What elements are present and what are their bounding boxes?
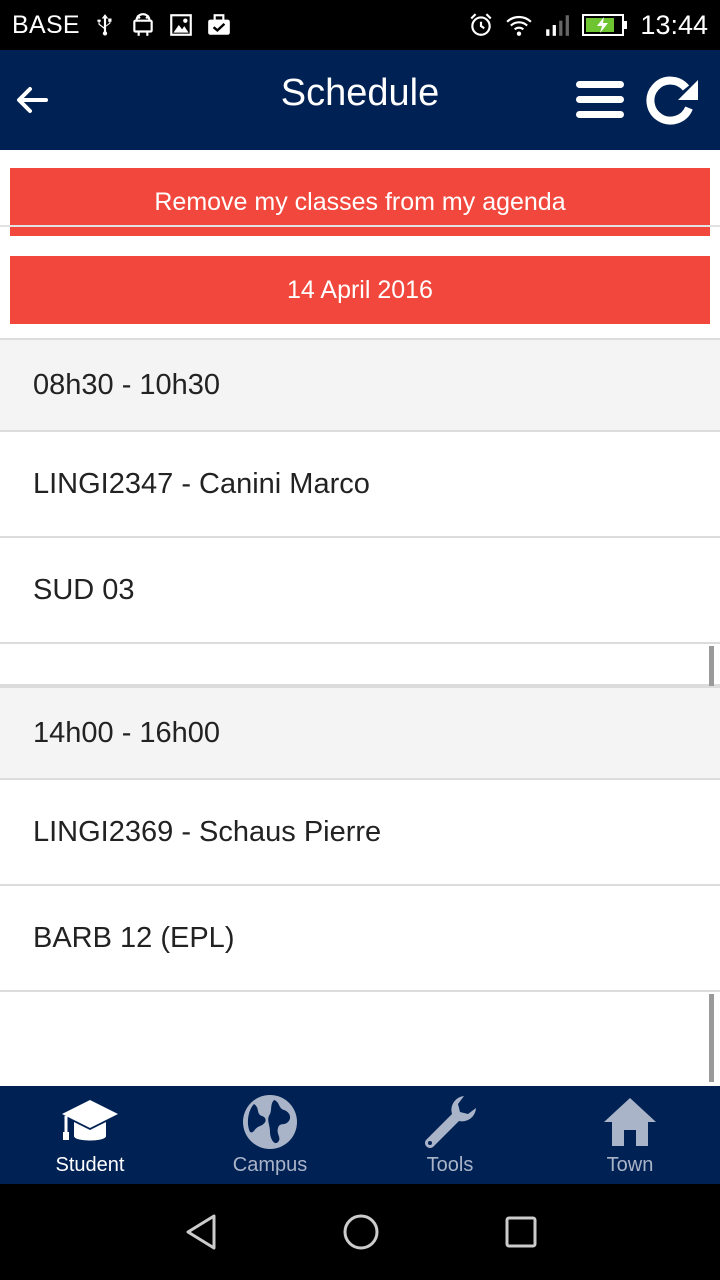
nav-label: Town xyxy=(606,1154,654,1176)
room-label: SUD 03 xyxy=(33,573,135,606)
usb-icon xyxy=(97,14,112,36)
bottom-navigation: Student Campus Tools Town xyxy=(0,1086,720,1184)
divider xyxy=(0,225,720,227)
room-row[interactable]: BARB 12 (EPL) xyxy=(0,886,720,992)
alarm-icon xyxy=(470,13,492,36)
graduation-cap-icon xyxy=(62,1100,118,1141)
briefcase-check-icon xyxy=(208,14,230,35)
time-slot-header: 08h30 - 10h30 xyxy=(0,338,720,432)
scrollbar-thumb[interactable] xyxy=(709,646,714,686)
nav-label: Campus xyxy=(232,1154,308,1176)
android-icon xyxy=(133,13,153,36)
battery-charging-icon xyxy=(582,14,628,36)
course-row[interactable]: LINGI2369 - Schaus Pierre xyxy=(0,780,720,886)
clock: 13:44 xyxy=(640,9,708,40)
globe-icon xyxy=(243,1095,297,1149)
nav-label: Student xyxy=(55,1154,125,1176)
hamburger-menu-icon[interactable] xyxy=(575,78,625,122)
course-label: LINGI2369 - Schaus Pierre xyxy=(33,815,382,848)
recents-square-icon[interactable] xyxy=(499,1210,543,1254)
wifi-icon xyxy=(506,15,533,36)
home-icon xyxy=(604,1098,656,1146)
nav-item-student[interactable]: Student xyxy=(0,1086,180,1184)
time-slot-header: 14h00 - 16h00 xyxy=(0,686,720,780)
status-bar: BASE 13:44 xyxy=(0,0,720,50)
room-row[interactable]: SUD 03 xyxy=(0,538,720,644)
nav-label: Tools xyxy=(426,1154,474,1176)
status-right: 13:44 xyxy=(468,0,708,50)
scrollbar-thumb[interactable] xyxy=(709,994,714,1082)
date-selector-button[interactable]: 14 April 2016 xyxy=(10,256,710,324)
status-left: BASE xyxy=(12,0,232,50)
course-row[interactable]: LINGI2347 - Canini Marco xyxy=(0,432,720,538)
wrench-icon xyxy=(425,1096,476,1148)
schedule-content[interactable]: Remove my classes from my agenda 14 Apri… xyxy=(0,150,720,1086)
course-label: LINGI2347 - Canini Marco xyxy=(33,467,370,500)
system-navigation-bar xyxy=(0,1184,720,1280)
image-icon xyxy=(170,14,192,36)
nav-item-campus[interactable]: Campus xyxy=(180,1086,360,1184)
signal-icon xyxy=(546,15,570,36)
back-triangle-icon[interactable] xyxy=(180,1210,224,1254)
time-slot-label: 14h00 - 16h00 xyxy=(33,716,221,749)
app-bar: Schedule xyxy=(0,50,720,150)
refresh-icon[interactable] xyxy=(642,74,700,126)
carrier-label: BASE xyxy=(12,10,80,39)
time-slot-label: 08h30 - 10h30 xyxy=(33,368,221,401)
room-label: BARB 12 (EPL) xyxy=(33,921,235,954)
nav-item-tools[interactable]: Tools xyxy=(360,1086,540,1184)
home-circle-icon[interactable] xyxy=(339,1210,383,1254)
nav-item-town[interactable]: Town xyxy=(540,1086,720,1184)
spacer-row xyxy=(0,644,720,686)
